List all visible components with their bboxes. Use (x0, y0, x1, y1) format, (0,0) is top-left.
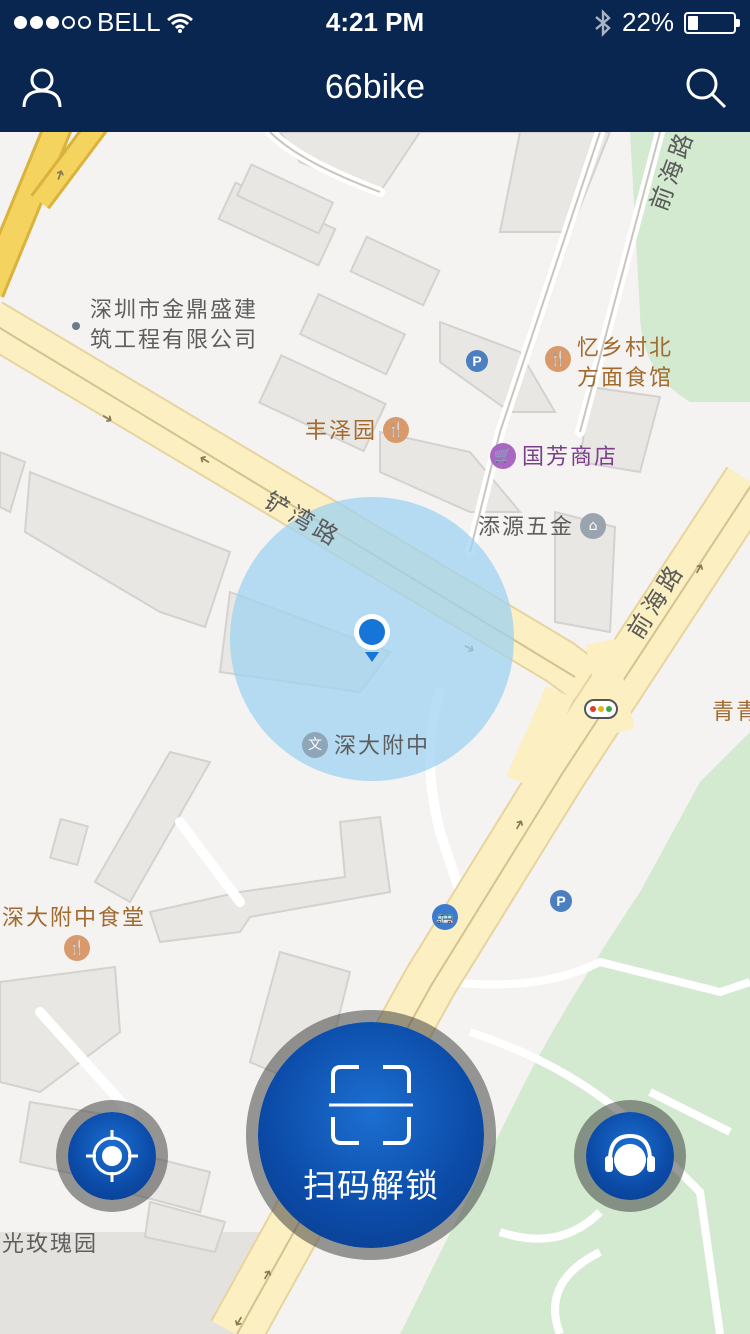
scan-unlock-label: 扫码解锁 (303, 1166, 439, 1205)
poi-tianyuan[interactable]: 添源五金 ⌂ (478, 513, 607, 543)
poi-qing[interactable]: 青青 (712, 698, 750, 728)
poi-label: 深圳市金鼎盛建 筑工程有限公司 (90, 298, 259, 353)
scan-unlock-button[interactable]: 扫码解锁 (258, 1022, 484, 1248)
location-pin-icon (354, 614, 390, 662)
scan-icon (329, 1065, 413, 1145)
current-location-pin (352, 612, 392, 668)
headset-icon (605, 1133, 655, 1176)
poi-dot-icon (72, 322, 80, 330)
poi-guofang[interactable]: 🛒 国芳商店 (490, 443, 618, 473)
nav-bar: 66bike (0, 44, 750, 132)
poi-shendafuzhong[interactable]: 文 深大附中 (302, 732, 430, 762)
restaurant-icon: 🍴 (383, 417, 410, 443)
poi-fengzeyuan[interactable]: 丰泽园 🍴 (305, 417, 410, 447)
bluetooth-icon (595, 8, 611, 37)
traffic-light-icon (584, 699, 618, 719)
battery-percent: 22% (621, 7, 674, 37)
poi-yixiangcun[interactable]: 🍴 忆乡村北 方面食馆 (545, 334, 673, 394)
status-right: 22% (594, 7, 740, 38)
status-bar: BELL 4:21 PM 22% (0, 0, 750, 44)
battery-icon (684, 11, 740, 34)
parking-icon[interactable]: P (550, 890, 572, 912)
locate-icon (86, 1130, 138, 1182)
customer-service-button[interactable] (586, 1112, 674, 1200)
poi-label: 国芳商店 (522, 445, 619, 470)
locate-me-button[interactable] (68, 1112, 156, 1200)
shopping-cart-icon: 🛒 (490, 443, 516, 469)
search-icon (686, 68, 727, 109)
battery-fill (688, 15, 698, 30)
store-icon: ⌂ (580, 513, 607, 539)
poi-meiguiyuan[interactable]: 光玫瑰园 (2, 1230, 98, 1260)
poi-label: 添源五金 (478, 515, 575, 540)
poi-canteen[interactable]: 深大附中食堂 (2, 904, 146, 934)
app-title: 66bike (324, 68, 426, 106)
restaurant-icon: 🍴 (545, 346, 571, 372)
poi-label: 忆乡村北 方面食馆 (577, 336, 674, 391)
poi-label: 深大附中 (334, 734, 431, 759)
school-icon: 文 (302, 732, 328, 758)
poi-label: 深大附中食堂 (2, 906, 147, 931)
restaurant-icon: 🍴 (64, 935, 90, 961)
search-button[interactable] (676, 58, 736, 118)
parking-icon[interactable]: P (466, 350, 488, 372)
bus-stop-icon[interactable]: 🚌 (432, 904, 458, 930)
poi-label: 丰泽园 (305, 419, 378, 444)
poi-company[interactable]: 深圳市金鼎盛建 筑工程有限公司 (72, 296, 258, 356)
